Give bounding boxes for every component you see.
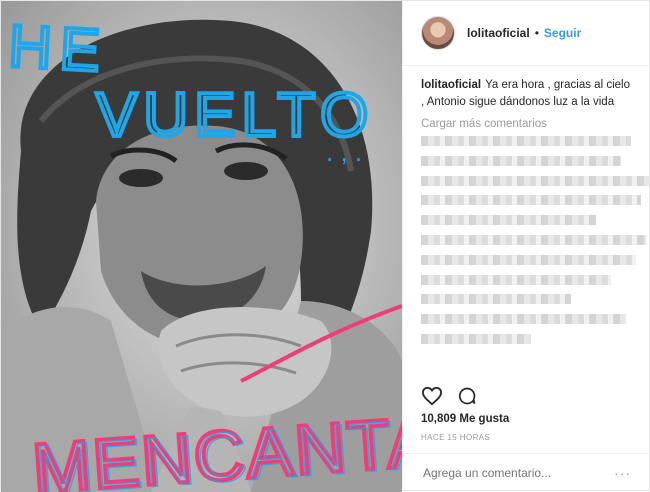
heart-icon[interactable] — [421, 386, 443, 411]
load-more-comments[interactable]: Cargar más comentarios — [403, 111, 649, 130]
top-painted-text-line1: HE — [7, 12, 110, 84]
blurred-comment-row — [421, 175, 650, 186]
painted-dots: . , . — [326, 137, 362, 167]
action-bar — [421, 386, 477, 411]
comment-input[interactable] — [421, 464, 614, 481]
blurred-comment-row — [421, 155, 621, 166]
blurred-comment-row — [421, 333, 531, 344]
likes-count[interactable]: 10,809 Me gusta — [421, 413, 509, 425]
comment-icon[interactable] — [457, 386, 477, 411]
blurred-comment-row — [421, 215, 596, 226]
blurred-comment-row — [421, 274, 611, 285]
blurred-comment-row — [421, 234, 646, 245]
blurred-comment-row — [421, 136, 631, 146]
portrait-illustration: HE VUELTO . , . MENCANTA MENCANTA — [1, 1, 402, 492]
avatar[interactable] — [421, 16, 455, 50]
blurred-comment-row — [421, 314, 626, 325]
blurred-comment-row — [421, 294, 571, 305]
header-separator: • — [534, 26, 539, 40]
username[interactable]: lolitaoficial — [467, 26, 530, 40]
post-photo[interactable]: HE VUELTO . , . MENCANTA MENCANTA — [1, 1, 402, 492]
follow-button[interactable]: Seguir — [544, 26, 581, 40]
post-sidebar: lolitaoficial • Seguir lolitaoficial Ya e… — [402, 1, 650, 491]
more-options-button[interactable]: ··· — [614, 465, 631, 481]
post-time: HACE 15 HORAS — [421, 433, 491, 442]
blurred-comment-row — [421, 254, 636, 265]
post-header: lolitaoficial • Seguir — [403, 1, 649, 66]
instagram-post: HE VUELTO . , . MENCANTA MENCANTA lolita… — [0, 0, 650, 492]
blurred-comments — [421, 136, 650, 354]
comment-box: ··· — [403, 453, 649, 491]
caption-username[interactable]: lolitaoficial — [421, 79, 481, 91]
blurred-comment-row — [421, 195, 641, 206]
caption: lolitaoficial Ya era hora , gracias al ci… — [403, 66, 649, 111]
